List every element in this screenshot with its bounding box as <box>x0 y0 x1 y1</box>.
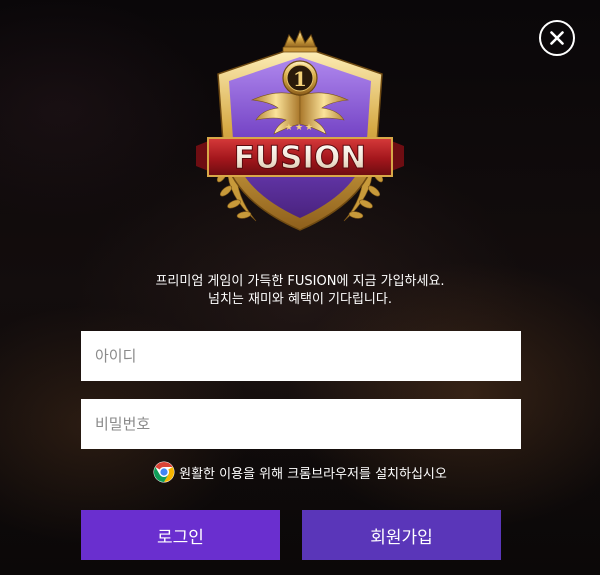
username-input[interactable] <box>81 331 521 381</box>
tagline: 프리미엄 게임이 가득한 FUSION에 지금 가입하세요. 넘치는 재미와 혜… <box>0 273 600 309</box>
fusion-logo: 1 ★★★ FUSION <box>196 29 404 231</box>
svg-text:★★★: ★★★ <box>285 123 315 133</box>
chrome-icon <box>153 461 175 483</box>
browser-notice-text: 원활한 이용을 위해 크롬브라우저를 설치하십시오 <box>179 466 447 482</box>
browser-notice: 원활한 이용을 위해 크롬브라우저를 설치하십시오 <box>0 461 600 483</box>
signup-login-modal: 1 ★★★ FUSION 프리미엄 게임이 가득한 FUSION에 지금 가입하… <box>0 0 600 575</box>
svg-text:1: 1 <box>293 67 307 91</box>
tagline-line-1: 프리미엄 게임이 가득한 FUSION에 지금 가입하세요. <box>155 274 445 289</box>
password-input[interactable] <box>81 399 521 449</box>
login-button[interactable]: 로그인 <box>81 510 280 560</box>
logo-text: FUSION <box>234 140 367 176</box>
close-icon <box>550 31 564 45</box>
close-button[interactable] <box>539 20 575 56</box>
tagline-line-2: 넘치는 재미와 혜택이 기다립니다. <box>208 292 392 307</box>
signup-button[interactable]: 회원가입 <box>302 510 501 560</box>
